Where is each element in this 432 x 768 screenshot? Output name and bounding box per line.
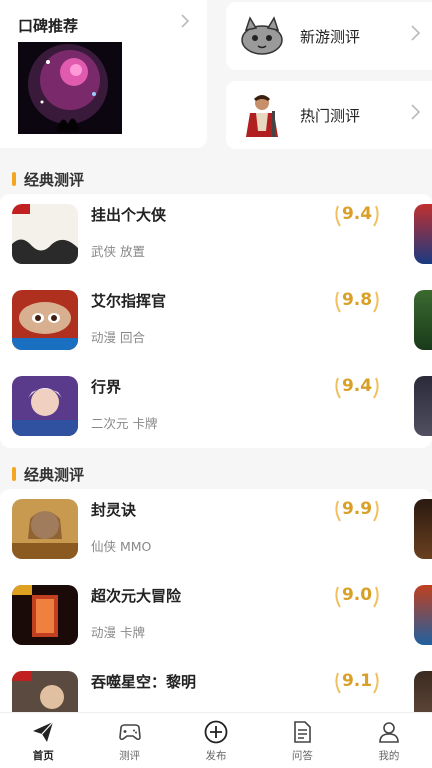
nav-review[interactable]: 测评	[86, 713, 172, 768]
score-badge: 9.9	[332, 497, 382, 525]
bottom-nav: 首页 测评 发布 问答 我的	[0, 712, 432, 768]
list-item[interactable]: 行界 二次元 卡牌 9.4	[0, 366, 432, 448]
new-game-review-card[interactable]: 新游测评	[226, 2, 432, 70]
review-list-card: 封灵诀 仙侠 MMO 9.9 超次元大冒险 动漫 卡牌 9.0 吞噬星空：黎明 …	[0, 489, 432, 712]
game-icon[interactable]	[12, 585, 78, 645]
next-game-peek[interactable]	[414, 585, 432, 645]
score-value: 9.1	[341, 671, 373, 691]
chevron-right-icon	[410, 24, 422, 45]
list-item[interactable]: 吞噬星空：黎明 9.1	[0, 661, 432, 712]
game-name: 行界	[91, 378, 122, 396]
hot-review-label: 热门测评	[300, 107, 361, 125]
score-value: 9.4	[341, 376, 373, 396]
user-icon	[379, 722, 399, 743]
game-name: 挂出个大侠	[91, 206, 167, 224]
game-name: 封灵诀	[91, 501, 137, 519]
game-icon[interactable]	[12, 499, 78, 559]
score-badge: 9.4	[332, 202, 382, 230]
nav-label: 测评	[119, 750, 141, 762]
nav-publish[interactable]: 发布	[173, 713, 259, 768]
game-tags: 武侠 放置	[91, 244, 145, 259]
nav-mine[interactable]: 我的	[346, 713, 432, 768]
nav-label: 首页	[32, 750, 54, 762]
plus-circle-icon	[204, 720, 228, 744]
next-game-peek[interactable]	[414, 290, 432, 350]
score-badge: 9.0	[332, 583, 382, 611]
review-list-card: 挂出个大侠 武侠 放置 9.4 艾尔指挥官 动漫 回合 9.8 行界 二次元 卡…	[0, 194, 432, 448]
top-feature-row: 口碑推荐 新游测评 热门测评	[0, 0, 432, 152]
koubei-card[interactable]: 口碑推荐	[0, 0, 207, 148]
nav-qa[interactable]: 问答	[259, 713, 345, 768]
nav-label: 我的	[378, 750, 400, 762]
section-accent-bar	[12, 467, 16, 481]
list-item[interactable]: 艾尔指挥官 动漫 回合 9.8	[0, 280, 432, 364]
hot-review-card[interactable]: 热门测评	[226, 81, 432, 149]
section-title: 经典测评	[24, 465, 85, 484]
game-icon[interactable]	[12, 204, 78, 264]
koubei-title: 口碑推荐	[18, 17, 79, 35]
list-item[interactable]: 挂出个大侠 武侠 放置 9.4	[0, 194, 432, 278]
score-badge: 9.8	[332, 288, 382, 316]
hero-character-icon	[236, 91, 288, 139]
next-game-peek[interactable]	[414, 376, 432, 436]
score-badge: 9.4	[332, 374, 382, 402]
paper-plane-icon	[33, 721, 54, 742]
section-header: 经典测评	[12, 169, 84, 189]
game-tags: 仙侠 MMO	[91, 539, 152, 554]
game-tags: 动漫 卡牌	[91, 625, 145, 640]
game-icon[interactable]	[12, 671, 78, 712]
game-name: 超次元大冒险	[91, 587, 182, 605]
nav-label: 发布	[205, 750, 227, 762]
score-value: 9.4	[341, 204, 373, 224]
score-value: 9.9	[341, 499, 373, 519]
list-item[interactable]: 超次元大冒险 动漫 卡牌 9.0	[0, 575, 432, 659]
gamepad-icon	[118, 724, 141, 741]
score-badge: 9.1	[332, 669, 382, 697]
new-game-review-label: 新游测评	[300, 28, 361, 46]
document-icon	[294, 721, 312, 743]
score-value: 9.0	[341, 585, 373, 605]
nav-label: 问答	[291, 750, 313, 762]
game-icon[interactable]	[12, 376, 78, 436]
section-title: 经典测评	[24, 170, 85, 189]
chevron-right-icon	[410, 103, 422, 124]
game-tags: 动漫 回合	[91, 330, 145, 345]
section-header: 经典测评	[12, 464, 84, 484]
nav-home[interactable]: 首页	[0, 713, 86, 768]
next-game-peek[interactable]	[414, 499, 432, 559]
cat-mascot-icon	[236, 12, 288, 60]
score-value: 9.8	[341, 290, 373, 310]
game-tags: 二次元 卡牌	[91, 416, 158, 431]
next-game-peek[interactable]	[414, 204, 432, 264]
list-item[interactable]: 封灵诀 仙侠 MMO 9.9	[0, 489, 432, 573]
chevron-right-icon	[178, 14, 192, 28]
game-icon[interactable]	[12, 290, 78, 350]
featured-game-image[interactable]	[18, 42, 122, 134]
next-game-peek[interactable]	[414, 671, 432, 712]
game-name: 艾尔指挥官	[91, 292, 167, 310]
game-name: 吞噬星空：黎明	[91, 673, 197, 691]
section-accent-bar	[12, 172, 16, 186]
